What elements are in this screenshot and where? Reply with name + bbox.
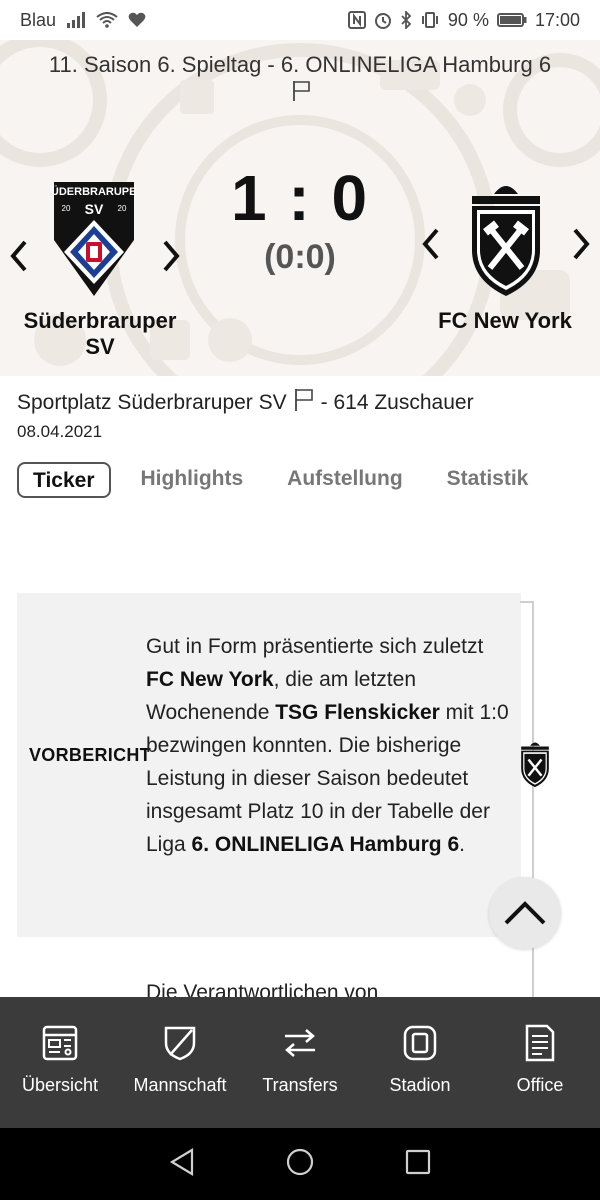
vibrate-icon xyxy=(420,11,440,29)
tab-bar: Ticker Highlights Aufstellung Statistik xyxy=(17,462,558,498)
chevron-up-icon xyxy=(504,901,546,925)
nav-transfers[interactable]: Transfers xyxy=(240,997,360,1128)
clock-time: 17:00 xyxy=(534,9,580,30)
tab-statistik[interactable]: Statistik xyxy=(433,462,543,498)
halftime-score: (0:0) xyxy=(264,238,336,276)
transfer-arrows-icon xyxy=(282,1023,318,1063)
home-crest-abbr: SV xyxy=(85,201,104,217)
tab-highlights[interactable]: Highlights xyxy=(127,462,258,498)
next-away-team-button[interactable] xyxy=(566,224,596,264)
recent-apps-button[interactable] xyxy=(405,1149,431,1180)
system-navigation-bar xyxy=(0,1128,600,1200)
document-icon xyxy=(525,1023,555,1063)
home-circle-icon xyxy=(286,1148,314,1175)
overview-icon xyxy=(42,1023,78,1063)
chevron-right-icon xyxy=(573,228,590,260)
spectators: - 614 Zuschauer xyxy=(320,391,474,414)
nav-stadion[interactable]: Stadion xyxy=(360,997,480,1128)
nav-mannschaft[interactable]: Mannschaft xyxy=(120,997,240,1128)
match-score: 1 : 0 xyxy=(230,162,370,234)
battery-percent: 90 % xyxy=(447,9,489,30)
match-date: 08.04.2021 xyxy=(17,422,103,441)
home-button[interactable] xyxy=(285,1147,315,1182)
tab-ticker[interactable]: Ticker xyxy=(17,462,111,498)
nav-transfers-label: Transfers xyxy=(262,1075,338,1095)
status-bar: Blau 90 % 17:00 xyxy=(0,0,600,40)
home-team-name[interactable]: Süderbraruper SV xyxy=(10,308,190,360)
bluetooth-icon xyxy=(400,11,412,29)
tab-aufstellung[interactable]: Aufstellung xyxy=(273,462,417,498)
match-header: 11. Saison 6. Spieltag - 6. ONLINELIGA H… xyxy=(0,40,600,376)
heart-icon xyxy=(128,12,146,28)
nav-office-label: Office xyxy=(516,1075,564,1095)
battery-icon xyxy=(496,12,527,28)
home-crest-year-left: 20 xyxy=(62,204,71,213)
away-team-crest-small xyxy=(520,740,550,793)
ticker-entry-label: VORBERICHT xyxy=(29,745,152,765)
ticker-entry-text: Gut in Form präsentierte sich zuletzt FC… xyxy=(146,635,509,856)
signal-icon xyxy=(66,12,86,28)
recents-square-icon xyxy=(405,1149,431,1174)
nav-uebersicht[interactable]: Übersicht xyxy=(0,997,120,1128)
chevron-left-icon xyxy=(422,228,439,260)
wifi-icon xyxy=(96,12,118,28)
venue-info: Sportplatz Süderbraruper SV - 614 Zuscha… xyxy=(17,388,474,418)
away-team-crest[interactable] xyxy=(470,180,542,303)
flag-icon xyxy=(293,388,315,418)
nav-stadion-label: Stadion xyxy=(389,1075,451,1095)
alarm-icon xyxy=(374,11,392,29)
home-crest-top-text: SÜDERBRARUPER xyxy=(52,185,136,198)
bottom-navigation: Übersicht Mannschaft Transfers Stadion O… xyxy=(0,997,600,1128)
next-home-team-button[interactable] xyxy=(156,236,186,276)
stadium-icon xyxy=(403,1023,437,1063)
nav-mannschaft-label: Mannschaft xyxy=(133,1075,227,1095)
back-triangle-icon xyxy=(169,1147,194,1176)
league-title: 11. Saison 6. Spieltag - 6. ONLINELIGA H… xyxy=(48,52,552,77)
scroll-to-top-button[interactable] xyxy=(489,877,561,949)
shield-icon xyxy=(164,1023,196,1063)
venue-name[interactable]: Sportplatz Süderbraruper SV xyxy=(17,391,287,415)
chevron-right-icon xyxy=(163,240,180,272)
home-crest-year-right: 20 xyxy=(118,204,127,213)
nfc-icon xyxy=(347,11,366,29)
previous-away-team-button[interactable] xyxy=(416,224,446,264)
chevron-left-icon xyxy=(10,240,27,272)
nav-office[interactable]: Office xyxy=(480,997,600,1128)
previous-home-team-button[interactable] xyxy=(4,236,34,276)
flag-icon xyxy=(291,80,311,107)
home-team-crest[interactable]: SÜDERBRARUPER 20 SV 20 xyxy=(44,180,144,303)
nav-uebersicht-label: Übersicht xyxy=(21,1075,99,1095)
carrier-name: Blau xyxy=(20,9,57,30)
away-team-name[interactable]: FC New York xyxy=(420,308,590,334)
timeline-cap xyxy=(520,601,534,603)
back-button[interactable] xyxy=(169,1147,195,1181)
